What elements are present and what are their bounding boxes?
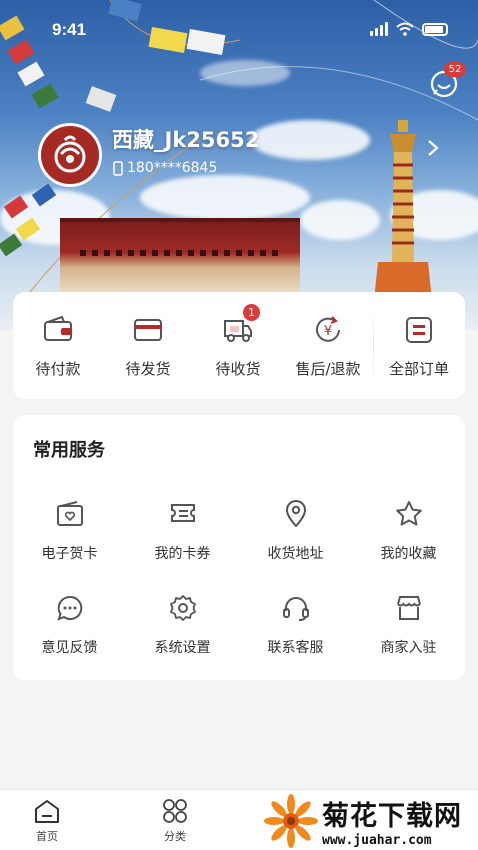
chrysanthemum-logo-icon: [264, 794, 318, 848]
service-label: 我的收藏: [380, 546, 437, 562]
package-icon: [134, 319, 162, 341]
services-grid: 电子贺卡 我的卡券 收货地址 我的收藏 意见反馈 系统设置 联系客服 商家入驻: [13, 499, 465, 657]
order-label: 待付款: [35, 360, 81, 378]
star-icon: [395, 501, 422, 526]
phone-row: 180****6845: [113, 160, 217, 176]
status-icons: [370, 22, 448, 36]
svg-text:¥: ¥: [324, 324, 332, 339]
watermark-url: www.juahar.com: [322, 833, 432, 848]
service-label: 商家入驻: [380, 640, 437, 656]
stupa-illustration: [374, 120, 432, 300]
service-customer-support[interactable]: 联系客服: [239, 593, 352, 657]
chevron-right-icon[interactable]: [426, 138, 440, 158]
phone-icon: [113, 160, 123, 176]
headset-icon: [282, 597, 309, 621]
status-time: 9:41: [52, 20, 87, 39]
service-label: 意见反馈: [41, 640, 98, 656]
greeting-card-icon: [56, 501, 83, 526]
order-label: 待发货: [125, 360, 171, 378]
order-pending-payment[interactable]: 待付款: [13, 292, 103, 399]
wifi-icon: [396, 22, 414, 36]
order-label: 售后/退款: [295, 360, 361, 378]
message-badge: 52: [444, 62, 466, 77]
tab-category[interactable]: 分类: [145, 798, 205, 844]
category-icon: [163, 799, 187, 823]
order-label: 全部订单: [388, 360, 449, 378]
service-greeting-card[interactable]: 电子贺卡: [13, 499, 126, 563]
watermark: 菊花下载网 www.juahar.com: [262, 792, 478, 850]
brand-logo-icon: [54, 135, 86, 173]
location-pin-icon: [285, 500, 306, 528]
phone-number: 180****6845: [127, 160, 218, 176]
battery-icon: [422, 22, 448, 36]
service-coupons[interactable]: 我的卡券: [126, 499, 239, 563]
service-label: 系统设置: [154, 640, 211, 656]
order-status-card: 待付款 待发货 1 待收货 ¥ 售后/退款 全部订单: [13, 292, 465, 399]
service-label: 收货地址: [267, 546, 324, 562]
service-label: 电子贺卡: [41, 546, 98, 562]
order-pending-receipt[interactable]: 1 待收货: [193, 292, 283, 399]
chat-bubble-icon: [56, 595, 82, 621]
gear-icon: [169, 595, 196, 621]
service-address[interactable]: 收货地址: [239, 499, 352, 563]
order-count-badge: 1: [243, 304, 260, 321]
coupon-icon: [170, 504, 195, 522]
avatar[interactable]: [38, 123, 102, 187]
store-icon: [396, 596, 421, 620]
username: 西藏_Jk25652: [112, 128, 260, 152]
service-feedback[interactable]: 意见反馈: [13, 593, 126, 657]
home-icon: [35, 800, 59, 823]
services-title: 常用服务: [33, 440, 105, 461]
service-favorites[interactable]: 我的收藏: [352, 499, 465, 563]
tab-label: 首页: [36, 830, 58, 843]
order-all[interactable]: 全部订单: [374, 292, 464, 399]
service-settings[interactable]: 系统设置: [126, 593, 239, 657]
order-list-icon: [406, 317, 432, 343]
tab-home[interactable]: 首页: [17, 798, 77, 844]
potala-palace-illustration: [60, 218, 300, 298]
service-label: 联系客服: [267, 640, 324, 656]
order-pending-shipment[interactable]: 待发货: [103, 292, 193, 399]
service-label: 我的卡券: [154, 546, 211, 562]
service-merchant-join[interactable]: 商家入驻: [352, 593, 465, 657]
wallet-icon: [44, 315, 72, 341]
signal-icon: [370, 22, 388, 36]
refund-icon: ¥: [316, 316, 340, 342]
watermark-title: 菊花下载网: [322, 801, 462, 832]
order-label: 待收货: [215, 360, 261, 378]
services-card: 常用服务 电子贺卡 我的卡券 收货地址 我的收藏 意见反馈 系统设置 联系客服 …: [13, 415, 465, 680]
tab-label: 分类: [164, 830, 186, 843]
order-after-sale[interactable]: ¥ 售后/退款: [283, 292, 373, 399]
